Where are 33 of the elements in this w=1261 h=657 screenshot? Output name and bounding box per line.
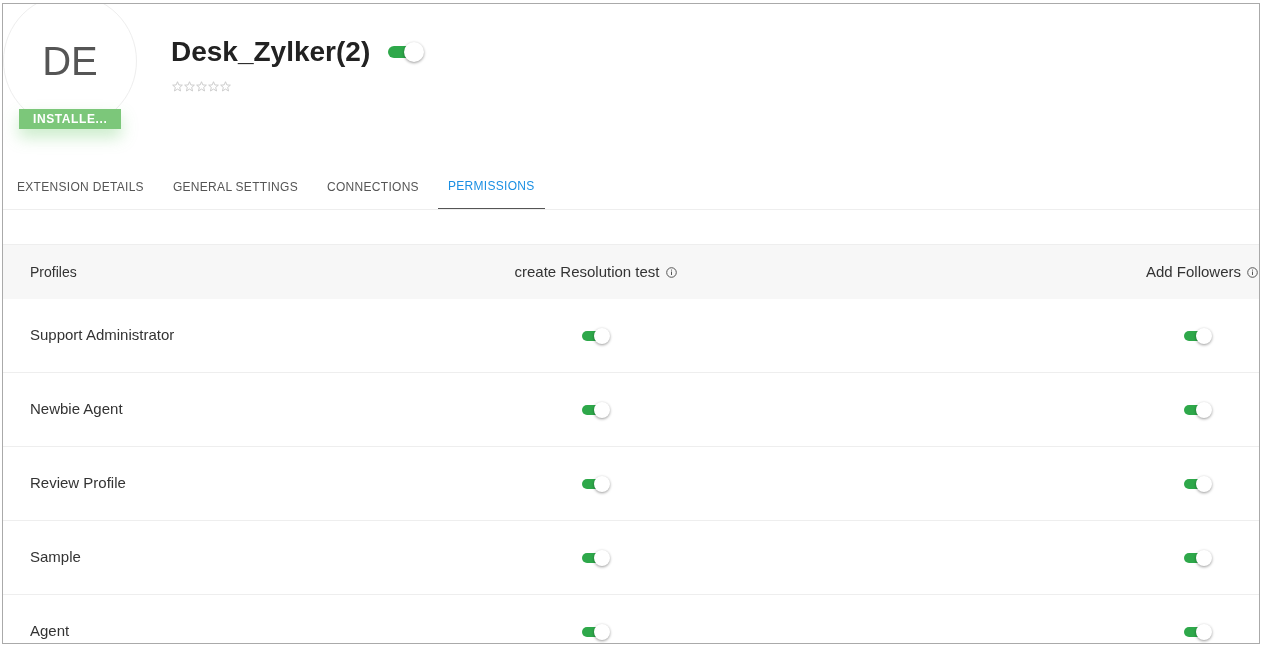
permission-toggle[interactable] <box>1184 475 1212 492</box>
star-icon <box>208 81 219 92</box>
star-icon <box>172 81 183 92</box>
tab[interactable]: GENERAL SETTINGS <box>162 164 308 209</box>
permission-toggle[interactable] <box>581 401 610 418</box>
tab[interactable]: EXTENSION DETAILS <box>7 164 154 209</box>
permission-toggle[interactable] <box>581 327 610 344</box>
profile-name: Support Administrator <box>30 326 175 344</box>
info-icon[interactable] <box>665 266 677 278</box>
tab[interactable]: PERMISSIONS <box>437 164 545 209</box>
permission-toggle[interactable] <box>581 623 610 640</box>
extension-title: Desk_Zylker(2) <box>171 35 371 69</box>
permission-toggle[interactable] <box>1184 401 1212 418</box>
star-icon <box>184 81 195 92</box>
permission-toggle[interactable] <box>581 549 610 566</box>
column-header: Add Followers <box>1145 261 1241 282</box>
permission-toggle[interactable] <box>1184 623 1212 640</box>
permission-toggle[interactable] <box>581 475 610 492</box>
permission-toggle[interactable] <box>1184 327 1212 344</box>
avatar-initials: DE <box>42 38 98 85</box>
profile-name: Review Profile <box>30 474 126 492</box>
profile-name: Agent <box>30 622 70 640</box>
info-icon[interactable] <box>1247 266 1258 278</box>
profile-name: Newbie Agent <box>30 400 123 418</box>
column-header: Profiles <box>30 263 77 280</box>
star-icon <box>220 81 231 92</box>
column-header: create Resolution test <box>514 261 660 282</box>
permission-toggle[interactable] <box>1184 549 1212 566</box>
tab[interactable]: CONNECTIONS <box>316 164 429 209</box>
installed-ribbon: INSTALLE... <box>19 109 122 129</box>
enable-toggle[interactable] <box>388 42 425 62</box>
star-icon <box>196 81 207 92</box>
profile-name: Sample <box>30 548 81 566</box>
